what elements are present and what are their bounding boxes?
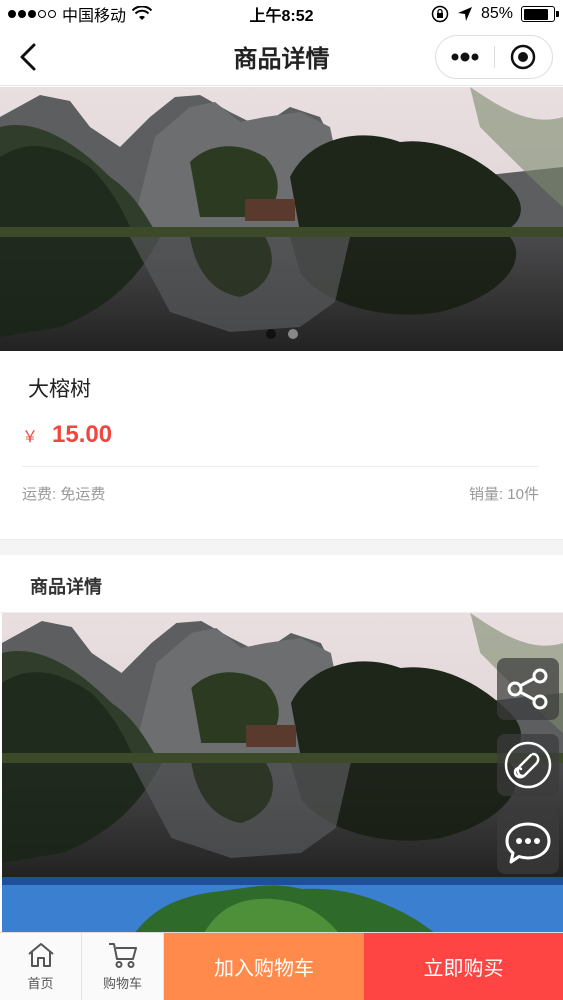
back-button[interactable]: [6, 35, 50, 79]
sales-count: 销量: 10件: [468, 486, 539, 503]
mini-program-capsule: [435, 35, 553, 79]
chat-icon: [505, 822, 551, 864]
status-right: 85%: [431, 5, 559, 23]
tab-cart-label: 购物车: [102, 976, 142, 991]
product-image: [0, 87, 563, 351]
signal-strength-icon: [8, 10, 56, 18]
detail-image-photo: [2, 877, 563, 937]
divider: [22, 466, 539, 467]
tab-cart[interactable]: 购物车: [82, 933, 164, 1000]
product-price: ￥ 15.00: [22, 421, 112, 449]
link-button[interactable]: [497, 734, 559, 796]
product-info: 大榕树 ￥ 15.00 运费: 免运费 销量: 10件: [0, 351, 563, 539]
product-image-carousel[interactable]: [0, 87, 563, 351]
status-bar: 中国移动 上午8:52 85%: [0, 0, 563, 28]
battery-level: [523, 8, 549, 20]
chat-button[interactable]: [497, 812, 559, 874]
detail-section-header: 商品详情: [0, 555, 563, 613]
cart-icon: [108, 943, 137, 968]
shipping-info: 运费: 免运费: [22, 486, 106, 503]
detail-image-photo: [2, 613, 563, 877]
detail-image: [2, 613, 563, 877]
home-icon: [27, 943, 54, 967]
product-name: 大榕树: [28, 378, 91, 401]
close-mini-program-button[interactable]: [495, 36, 553, 78]
share-icon: [507, 668, 548, 710]
bottom-action-bar: 首页 购物车 加入购物车 立即购买: [0, 932, 563, 1000]
section-gap: [0, 539, 563, 555]
carrier-name: 中国移动: [62, 8, 127, 25]
battery-percent: 85%: [480, 5, 513, 22]
rotation-lock-icon: [431, 5, 449, 23]
battery-icon: [521, 6, 559, 22]
tab-home[interactable]: 首页: [0, 933, 82, 1000]
target-icon: [511, 44, 536, 70]
nav-bar: 商品详情: [0, 28, 563, 86]
tab-home-label: 首页: [27, 976, 54, 991]
product-meta: 运费: 免运费 销量: 10件: [22, 483, 539, 504]
carousel-dot[interactable]: [287, 329, 298, 339]
more-dots-icon: [451, 52, 479, 62]
price-amount: 15.00: [52, 421, 113, 448]
share-button[interactable]: [497, 658, 559, 720]
buy-now-button[interactable]: 立即购买: [364, 933, 563, 1000]
carousel-dot[interactable]: [265, 329, 276, 339]
chevron-left-icon: [20, 43, 36, 70]
carousel-indicator: [0, 329, 563, 339]
location-icon: [457, 7, 472, 21]
detail-section-title: 商品详情: [30, 577, 102, 597]
status-left: 中国移动: [8, 2, 153, 26]
more-button[interactable]: [436, 36, 494, 78]
currency-symbol: ￥: [22, 429, 39, 446]
detail-image: [2, 877, 563, 937]
wifi-icon: [132, 6, 153, 20]
add-to-cart-button[interactable]: 加入购物车: [164, 933, 364, 1000]
link-icon: [504, 741, 552, 789]
